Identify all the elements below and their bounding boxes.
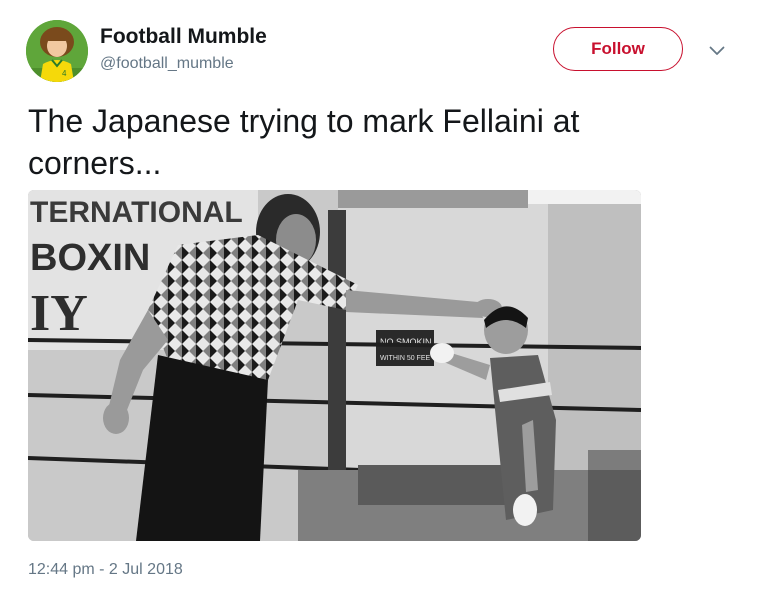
follow-button[interactable]: Follow (553, 27, 683, 71)
tweet-photo[interactable]: TERNATIONAL BOXIN IY NO SMOKIN WITHIN 50… (28, 190, 641, 541)
sign-text-top: TERNATIONAL (30, 196, 243, 229)
notice-line-2: WITHIN 50 FEE (380, 355, 431, 362)
tweet-text: The Japanese trying to mark Fellaini at … (28, 103, 580, 181)
boxing-gym-photo: TERNATIONAL BOXIN IY NO SMOKIN WITHIN 50… (28, 190, 641, 541)
author-name[interactable]: Football Mumble (100, 25, 267, 49)
author-handle[interactable]: @football_mumble (100, 55, 234, 73)
sign-text-bottom: IY (30, 285, 88, 342)
more-options-button[interactable] (704, 40, 730, 62)
sign-text-mid: BOXIN (30, 237, 150, 279)
svg-text:4: 4 (62, 69, 67, 78)
chevron-down-icon (709, 46, 725, 55)
avatar[interactable]: 4 (26, 20, 88, 82)
tweet-card: 4 Football Mumble @football_mumble Follo… (0, 0, 761, 591)
cartoon-footballer-avatar-icon: 4 (26, 20, 88, 82)
tweet-timestamp[interactable]: 12:44 pm - 2 Jul 2018 (28, 561, 183, 579)
